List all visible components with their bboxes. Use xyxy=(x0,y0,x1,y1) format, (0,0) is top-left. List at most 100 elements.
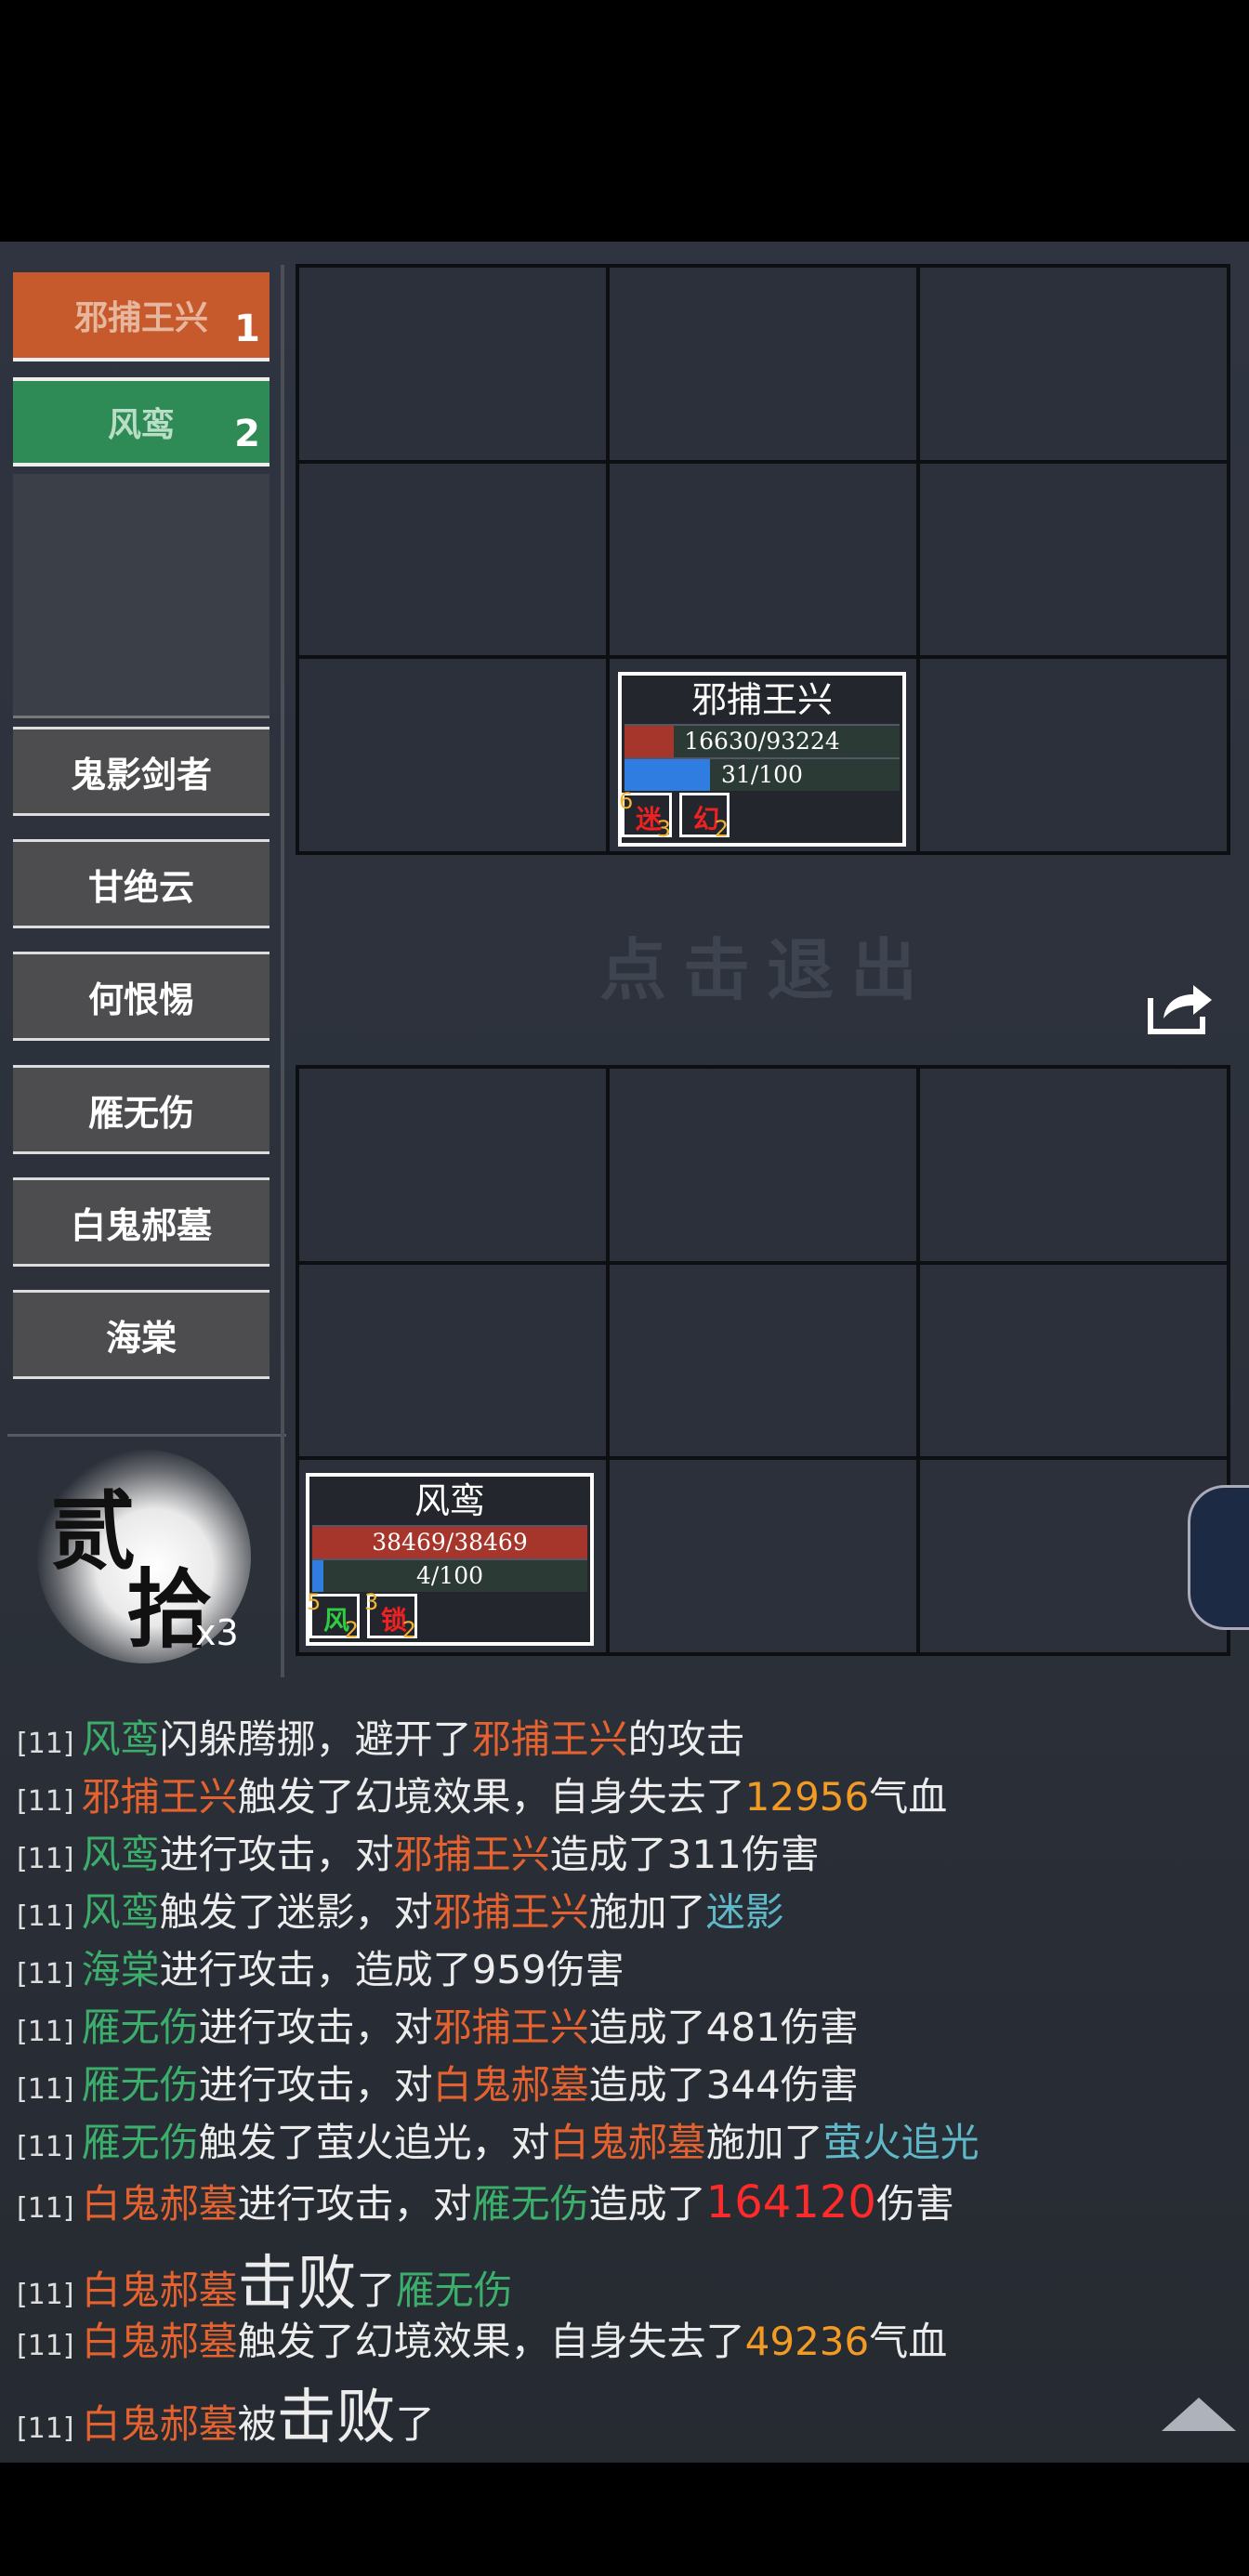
log-skill: 萤火追光 xyxy=(822,2120,979,2165)
log-text: 被 xyxy=(237,2401,277,2447)
log-text: 进行攻击，造成了959伤害 xyxy=(159,1947,624,1992)
grid-cell[interactable] xyxy=(920,1069,1227,1261)
log-text: 触发了幻境效果，自身失去了 xyxy=(237,2319,745,2364)
log-text: 施加了 xyxy=(705,2120,823,2165)
ally-hp-bar: 38469/38469 xyxy=(312,1525,587,1558)
log-target: 邪捕王兴 xyxy=(471,1716,628,1762)
log-text: 了 xyxy=(395,2401,435,2447)
log-text: 触发了幻境效果，自身失去了 xyxy=(237,1774,745,1820)
enemy-unit-card[interactable]: 邪捕王兴 16630/93224 31/100 6 迷 3 幻 2 xyxy=(618,672,906,847)
buff-stack: 3 xyxy=(364,1589,379,1615)
log-text: 进行攻击，对 xyxy=(237,2181,472,2227)
round-number: [11] xyxy=(17,2131,74,2163)
log-value: 49236 xyxy=(744,2319,870,2364)
log-actor: 邪捕王兴 xyxy=(81,1774,238,1820)
unit-roster: 邪捕王兴 1 风鸾 2 鬼影剑者 甘绝云 何恨惕 雁无伤 白鬼郝墓 海棠 xyxy=(13,269,270,1403)
unit-button-5[interactable]: 白鬼郝墓 xyxy=(13,1177,270,1267)
log-line: [11] 白鬼郝墓进行攻击，对雁无伤造成了164120伤害 xyxy=(17,2173,954,2229)
log-actor: 海棠 xyxy=(81,1947,160,1992)
buff-badge[interactable]: 3 锁 2 xyxy=(364,1589,417,1643)
buff-badge[interactable]: 5 风 2 xyxy=(307,1589,360,1643)
log-line: [11] 白鬼郝墓击败了雁无伤 xyxy=(17,2236,513,2321)
grid-cell[interactable] xyxy=(299,1264,606,1457)
log-text: 造成了 xyxy=(588,2181,706,2227)
exit-prompt[interactable]: 点击退出 xyxy=(599,915,934,1013)
ally-team-tag[interactable]: 风鸾 2 xyxy=(13,377,270,467)
grid-cell[interactable] xyxy=(920,1460,1227,1652)
grid-cell[interactable] xyxy=(610,1069,916,1261)
unit-button-6[interactable]: 海棠 xyxy=(13,1290,270,1379)
unit-button-2[interactable]: 甘绝云 xyxy=(13,839,270,928)
grid-cell[interactable] xyxy=(610,463,916,656)
log-line: [11] 风鸾进行攻击，对邪捕王兴造成了311伤害 xyxy=(17,1823,820,1880)
grid-cell[interactable] xyxy=(610,1264,916,1457)
grid-cell[interactable] xyxy=(920,268,1227,460)
log-target: 白鬼郝墓 xyxy=(432,2062,589,2108)
round-number: [11] xyxy=(17,1900,74,1933)
buff-badge[interactable]: 幻 2 xyxy=(679,793,730,842)
grid-cell[interactable] xyxy=(610,268,916,460)
log-actor: 白鬼郝墓 xyxy=(81,2319,238,2364)
enemy-energy-bar: 31/100 xyxy=(624,757,900,791)
log-defeat: 击败 xyxy=(237,2250,357,2319)
round-number: [11] xyxy=(17,2073,74,2106)
enemy-hp-text: 16630/93224 xyxy=(684,728,840,755)
unit-button-4[interactable]: 雁无伤 xyxy=(13,1065,270,1154)
grid-cell[interactable] xyxy=(610,1460,916,1652)
enemy-team-name: 邪捕王兴 xyxy=(73,299,208,337)
round-number: [11] xyxy=(17,1843,74,1875)
log-actor: 风鸾 xyxy=(81,1716,160,1762)
unit-button-3[interactable]: 何恨惕 xyxy=(13,952,270,1041)
log-text: 触发了迷影，对 xyxy=(159,1889,433,1935)
log-line: [11] 风鸾闪躲腾挪，避开了邪捕王兴的攻击 xyxy=(17,1708,745,1765)
ally-unit-card[interactable]: 风鸾 38469/38469 4/100 5 风 2 3 锁 2 xyxy=(306,1473,594,1646)
round-number: [11] xyxy=(17,2279,74,2311)
ally-unit-name: 风鸾 xyxy=(414,1480,485,1521)
log-target: 邪捕王兴 xyxy=(393,1832,550,1877)
log-value: 12956 xyxy=(744,1774,870,1820)
share-icon[interactable] xyxy=(1145,978,1216,1037)
log-target: 白鬼郝墓 xyxy=(549,2120,706,2165)
log-actor: 白鬼郝墓 xyxy=(81,2181,238,2227)
panel-divider xyxy=(281,265,284,1677)
log-target: 邪捕王兴 xyxy=(432,2004,589,2050)
battle-log[interactable]: [11] 风鸾闪躲腾挪，避开了邪捕王兴的攻击 [11] 邪捕王兴触发了幻境效果，自身… xyxy=(17,1699,1225,2472)
scroll-up-icon[interactable] xyxy=(1162,2398,1236,2431)
grid-cell[interactable] xyxy=(299,659,606,851)
log-text: 造成了344伤害 xyxy=(588,2062,859,2108)
log-actor: 白鬼郝墓 xyxy=(81,2401,238,2447)
enemy-team-tag[interactable]: 邪捕王兴 1 xyxy=(13,272,270,361)
buff-level: 2 xyxy=(344,1617,359,1643)
buff-level: 3 xyxy=(656,816,671,842)
log-line: [11] 雁无伤触发了萤火追光，对白鬼郝墓施加了萤火追光 xyxy=(17,2111,979,2168)
log-line: [11] 邪捕王兴触发了幻境效果，自身失去了12956气血 xyxy=(17,1766,947,1822)
log-actor: 风鸾 xyxy=(81,1889,160,1935)
buff-badge[interactable]: 6 迷 3 xyxy=(619,788,672,842)
log-actor: 白鬼郝墓 xyxy=(81,2267,238,2313)
speed-multiplier[interactable]: x3 xyxy=(195,1612,239,1653)
log-text: 了 xyxy=(356,2267,396,2313)
log-text: 闪躲腾挪，避开了 xyxy=(159,1716,472,1762)
round-number: [11] xyxy=(17,1728,74,1760)
card-deck-icon[interactable] xyxy=(1188,1485,1249,1630)
round-number: [11] xyxy=(17,2192,74,2225)
log-text: 进行攻击，对 xyxy=(198,2062,433,2108)
grid-cell[interactable] xyxy=(920,463,1227,656)
log-actor: 雁无伤 xyxy=(81,2120,199,2165)
enemy-energy-text: 31/100 xyxy=(721,761,803,788)
ally-hp-text: 38469/38469 xyxy=(372,1529,528,1556)
log-actor: 雁无伤 xyxy=(81,2062,199,2108)
grid-cell[interactable] xyxy=(920,1264,1227,1457)
log-line: [11] 风鸾触发了迷影，对邪捕王兴施加了迷影 xyxy=(17,1881,784,1938)
log-line: [11] 白鬼郝墓被击败了 xyxy=(17,2370,435,2455)
log-line: [11] 海棠进行攻击，造成了959伤害 xyxy=(17,1939,624,1995)
roster-divider xyxy=(7,1434,286,1437)
grid-cell[interactable] xyxy=(920,659,1227,851)
log-target: 邪捕王兴 xyxy=(432,1889,589,1935)
grid-cell[interactable] xyxy=(299,268,606,460)
grid-cell[interactable] xyxy=(299,463,606,656)
unit-button-1[interactable]: 鬼影剑者 xyxy=(13,727,270,816)
log-target: 雁无伤 xyxy=(395,2267,513,2313)
grid-cell[interactable] xyxy=(299,1069,606,1261)
buff-level: 2 xyxy=(401,1617,416,1643)
